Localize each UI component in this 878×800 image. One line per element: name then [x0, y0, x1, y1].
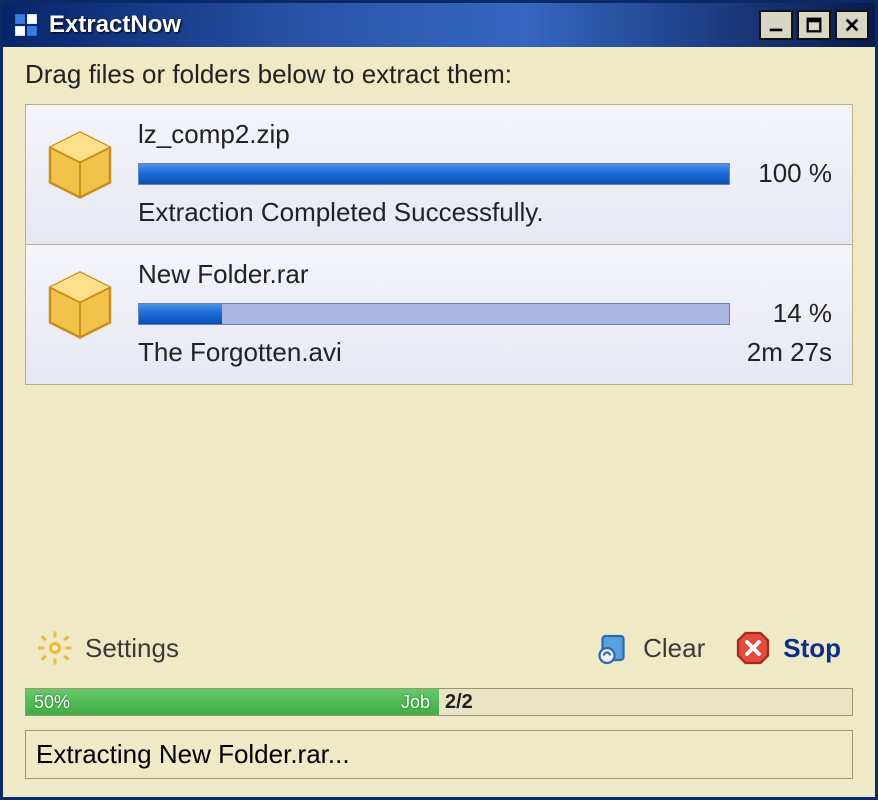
progress-bar	[138, 303, 730, 325]
progress-row: 100 %	[138, 158, 832, 189]
percent-label: 14 %	[746, 298, 832, 329]
status-text: The Forgotten.avi	[138, 337, 342, 368]
stop-label: Stop	[783, 633, 841, 664]
status-message: Extracting New Folder.rar...	[36, 739, 350, 769]
maximize-button[interactable]	[797, 10, 831, 40]
titlebar[interactable]: ExtractNow	[3, 3, 875, 47]
minimize-button[interactable]	[759, 10, 793, 40]
status-text: Extraction Completed Successfully.	[138, 197, 544, 228]
clear-label: Clear	[643, 633, 705, 664]
toolbar: Settings Clear	[25, 606, 853, 688]
archive-icon	[40, 265, 120, 345]
gear-icon	[37, 630, 73, 666]
progress-fill	[139, 304, 222, 324]
overall-percent-label: 50%	[34, 692, 70, 713]
clear-button[interactable]: Clear	[587, 626, 713, 670]
percent-label: 100 %	[746, 158, 832, 189]
spacer	[25, 385, 853, 606]
status-bar: Extracting New Folder.rar...	[25, 730, 853, 779]
client-area: Drag files or folders below to extract t…	[3, 47, 875, 797]
settings-button[interactable]: Settings	[29, 626, 187, 670]
file-body: New Folder.rar 14 % The Forgotten.avi 2m…	[138, 259, 832, 368]
app-icon	[13, 12, 39, 38]
job-count: 2/2	[445, 691, 473, 714]
file-item[interactable]: New Folder.rar 14 % The Forgotten.avi 2m…	[26, 245, 852, 385]
window-buttons	[759, 10, 869, 40]
archive-icon	[40, 125, 120, 205]
stop-button[interactable]: Stop	[727, 626, 849, 670]
file-name: lz_comp2.zip	[138, 119, 832, 150]
status-row: Extraction Completed Successfully.	[138, 197, 832, 228]
progress-bar	[138, 163, 730, 185]
file-list[interactable]: lz_comp2.zip 100 % Extraction Completed …	[25, 104, 853, 385]
stop-icon	[735, 630, 771, 666]
instructions-label: Drag files or folders below to extract t…	[25, 59, 853, 90]
overall-progress-fill	[26, 689, 439, 715]
clear-icon	[595, 630, 631, 666]
file-body: lz_comp2.zip 100 % Extraction Completed …	[138, 119, 832, 228]
progress-row: 14 %	[138, 298, 832, 329]
status-row: The Forgotten.avi 2m 27s	[138, 337, 832, 368]
app-window: ExtractNow Drag files or folders below t…	[0, 0, 878, 800]
overall-progress-bar: 50% Job 2/2	[25, 688, 853, 716]
settings-label: Settings	[85, 633, 179, 664]
job-label: Job	[401, 692, 430, 713]
file-name: New Folder.rar	[138, 259, 832, 290]
progress-fill	[139, 164, 729, 184]
time-text: 2m 27s	[747, 337, 832, 368]
file-item[interactable]: lz_comp2.zip 100 % Extraction Completed …	[26, 105, 852, 245]
close-button[interactable]	[835, 10, 869, 40]
app-title: ExtractNow	[49, 11, 759, 39]
